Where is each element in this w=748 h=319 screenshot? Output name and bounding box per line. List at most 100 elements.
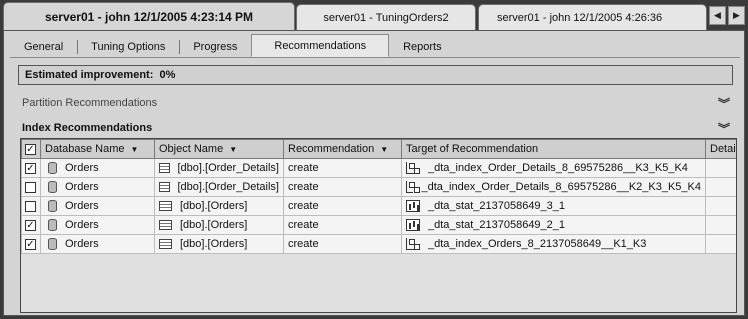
select-all-checkbox[interactable]: ✓ — [25, 143, 36, 155]
index-icon — [406, 238, 420, 250]
database-name-cell: Orders — [40, 215, 155, 235]
partition-recommendations-header[interactable]: Partition Recommendations ︾ — [22, 94, 737, 112]
table-row[interactable]: Orders [dbo].[Orders] create _dta_stat_2137… — [21, 196, 736, 216]
row-select-cell[interactable]: ✓ — [21, 234, 41, 254]
tab-reports[interactable]: Reports — [389, 36, 456, 57]
database-name: Orders — [65, 181, 99, 193]
object-name-cell: [dbo].[Orders] — [154, 215, 284, 235]
column-header-recommendation[interactable]: Recommendation ▼ — [283, 139, 402, 159]
index-recommendations-header[interactable]: Index Recommendations ︾ — [22, 119, 737, 137]
object-name: [dbo].[Order_Details] — [177, 162, 280, 174]
object-name-cell: [dbo].[Orders] — [154, 196, 284, 216]
table-icon — [159, 163, 170, 173]
dropdown-arrow-icon[interactable]: ▼ — [380, 145, 388, 154]
table-icon — [159, 182, 170, 192]
table-row[interactable]: ✓ Orders [dbo].[Orders] create _dta_stat_213… — [21, 215, 736, 235]
table-row[interactable]: ✓ Orders [dbo].[Orders] create _dta_index_Or… — [21, 234, 736, 254]
object-name: [dbo].[Orders] — [180, 200, 248, 212]
table-icon — [159, 201, 172, 211]
estimated-improvement-text: Estimated improvement: 0% — [25, 69, 176, 81]
column-header-target[interactable]: Target of Recommendation — [401, 139, 706, 159]
object-name-cell: [dbo].[Order_Details] — [154, 158, 284, 178]
table-icon — [159, 239, 172, 249]
column-header-object-name[interactable]: Object Name ▼ — [154, 139, 284, 159]
column-header-database-name[interactable]: Database Name ▼ — [40, 139, 155, 159]
tab-recommendations[interactable]: Recommendations — [251, 34, 390, 57]
dropdown-arrow-icon[interactable]: ▼ — [131, 145, 139, 154]
row-select-cell[interactable]: ✓ — [21, 158, 41, 178]
tab-general[interactable]: General — [10, 36, 77, 57]
row-checkbox[interactable]: ✓ — [25, 219, 36, 231]
session-tab-2[interactable]: server01 - TuningOrders2 — [296, 4, 476, 30]
dropdown-arrow-icon[interactable]: ▼ — [229, 145, 237, 154]
recommendations-panel: General Tuning Options Progress Recommen… — [3, 30, 745, 316]
details-cell — [705, 215, 736, 235]
details-cell — [705, 234, 736, 254]
scroll-left-icon[interactable]: ◀ — [709, 6, 726, 25]
object-name: [dbo].[Order_Details] — [177, 181, 280, 193]
row-checkbox[interactable] — [25, 181, 36, 193]
recommendation-cell: create — [283, 177, 402, 197]
scroll-right-icon[interactable]: ▶ — [728, 6, 745, 25]
index-recommendations-title: Index Recommendations — [22, 122, 153, 134]
object-name: [dbo].[Orders] — [180, 219, 248, 231]
target-cell: _dta_index_Order_Details_8_69575286__K2_… — [401, 177, 706, 197]
database-name: Orders — [65, 219, 99, 231]
target-cell: _dta_stat_2137058649_3_1 — [401, 196, 706, 216]
database-name-cell: Orders — [40, 177, 155, 197]
session-tab-label: server01 - john 12/1/2005 4:23:14 PM — [44, 9, 254, 24]
tab-tuning-options[interactable]: Tuning Options — [77, 36, 179, 57]
database-icon — [48, 181, 57, 193]
database-name-cell: Orders — [40, 196, 155, 216]
table-row[interactable]: Orders [dbo].[Order_Details] create _dta_in… — [21, 177, 736, 197]
select-all-header[interactable]: ✓ — [21, 139, 41, 159]
session-tab-1[interactable]: server01 - john 12/1/2005 4:23:14 PM — [3, 2, 295, 30]
row-select-cell[interactable] — [21, 177, 41, 197]
row-checkbox[interactable]: ✓ — [25, 238, 36, 250]
target-cell: _dta_index_Orders_8_2137058649__K1_K3 — [401, 234, 706, 254]
grid-header-row: ✓ Database Name ▼ Object Name ▼ Recommenda… — [21, 139, 736, 159]
recommendation-value: create — [288, 238, 319, 250]
details-cell — [705, 158, 736, 178]
object-name-cell: [dbo].[Order_Details] — [154, 177, 284, 197]
column-header-details[interactable]: Detai — [705, 139, 736, 159]
recommendation-cell: create — [283, 158, 402, 178]
row-checkbox[interactable] — [25, 200, 36, 212]
target-name: _dta_index_Orders_8_2137058649__K1_K3 — [428, 238, 647, 250]
column-label: Recommendation — [288, 143, 375, 155]
expand-chevron-icon[interactable]: ︾ — [718, 95, 730, 112]
session-tab-strip: server01 - john 12/1/2005 4:23:14 PM ser… — [0, 0, 748, 30]
collapse-chevron-icon[interactable]: ︾ — [718, 120, 730, 137]
partition-recommendations-title: Partition Recommendations — [22, 97, 158, 109]
database-name-cell: Orders — [40, 158, 155, 178]
session-tab-3[interactable]: server01 - john 12/1/2005 4:26:36 — [478, 4, 707, 30]
target-cell: _dta_index_Order_Details_8_69575286__K3_… — [401, 158, 706, 178]
statistics-icon — [406, 200, 420, 212]
recommendation-value: create — [288, 200, 319, 212]
statistics-icon — [406, 219, 420, 231]
row-select-cell[interactable] — [21, 196, 41, 216]
target-name: _dta_index_Order_Details_8_69575286__K3_… — [428, 162, 688, 174]
database-name: Orders — [65, 200, 99, 212]
object-name-cell: [dbo].[Orders] — [154, 234, 284, 254]
details-cell — [705, 177, 736, 197]
table-row[interactable]: ✓ Orders [dbo].[Order_Details] create _dta_i… — [21, 158, 736, 178]
row-checkbox[interactable]: ✓ — [25, 162, 36, 174]
column-label: Object Name — [159, 143, 224, 155]
index-recommendations-grid: ✓ Database Name ▼ Object Name ▼ Recommenda… — [20, 138, 737, 313]
target-cell: _dta_stat_2137058649_2_1 — [401, 215, 706, 235]
target-name: _dta_stat_2137058649_3_1 — [428, 200, 566, 212]
table-icon — [159, 220, 172, 230]
tab-progress[interactable]: Progress — [179, 36, 251, 57]
details-cell — [705, 196, 736, 216]
database-name: Orders — [65, 162, 99, 174]
session-tab-label: server01 - TuningOrders2 — [323, 11, 449, 24]
column-label: Detai — [710, 143, 736, 155]
index-icon — [406, 162, 420, 174]
database-name: Orders — [65, 238, 99, 250]
recommendation-value: create — [288, 219, 319, 231]
estimated-improvement-bar: Estimated improvement: 0% — [18, 65, 733, 85]
column-label: Database Name — [45, 143, 125, 155]
database-icon — [48, 200, 57, 212]
row-select-cell[interactable]: ✓ — [21, 215, 41, 235]
